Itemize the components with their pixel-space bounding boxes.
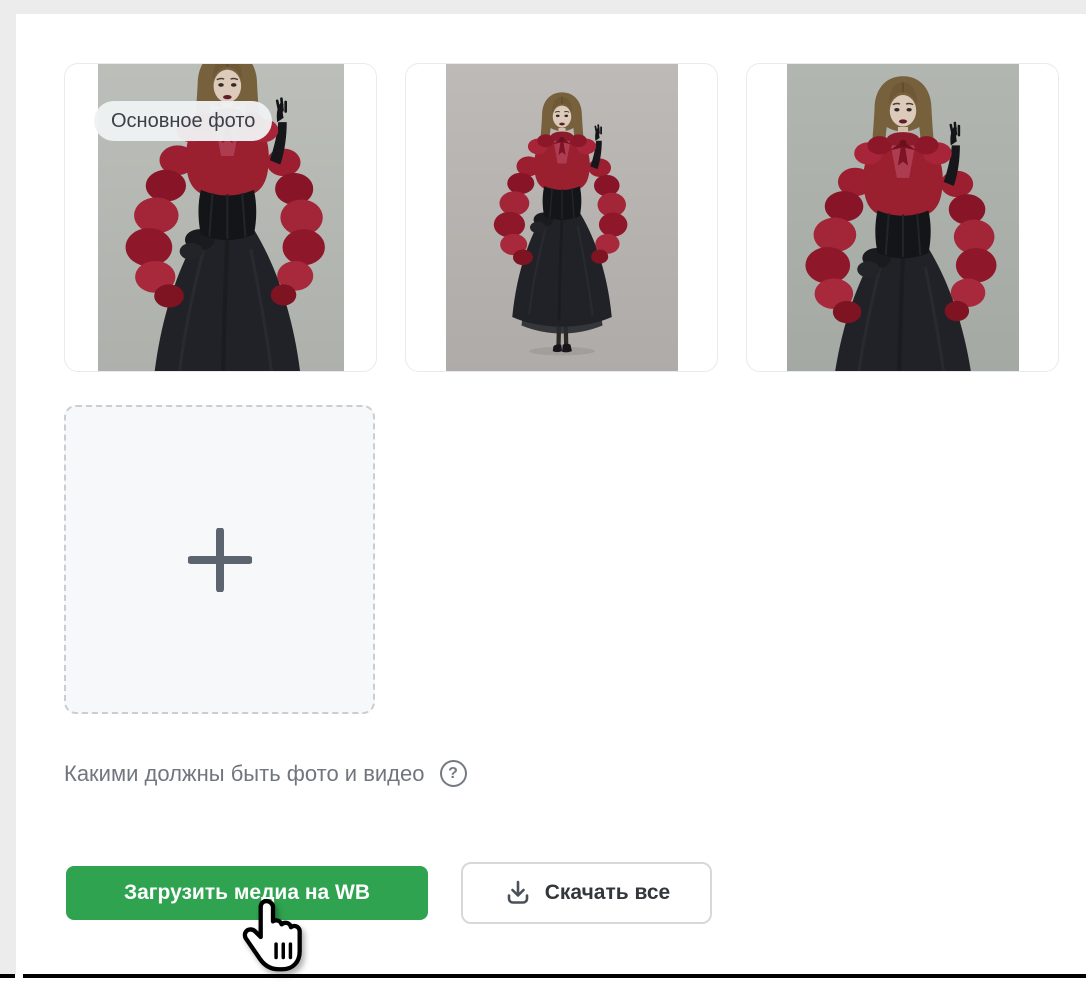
bottom-rule-main xyxy=(23,974,1086,978)
add-media-tile[interactable] xyxy=(64,405,375,714)
media-requirements-help: Какими должны быть фото и видео ? xyxy=(64,760,467,787)
product-photo-2 xyxy=(446,64,678,371)
main-photo-badge: Основное фото xyxy=(94,101,272,141)
photo-card-3[interactable] xyxy=(746,63,1059,372)
page-background-left xyxy=(0,0,16,974)
product-photo-3 xyxy=(787,64,1019,371)
plus-icon xyxy=(188,528,252,592)
upload-media-button[interactable]: Загрузить медиа на WB xyxy=(66,866,428,920)
photo-card-main[interactable]: Основное фото xyxy=(64,63,377,372)
page-background-top xyxy=(0,0,1086,14)
question-circle-icon[interactable]: ? xyxy=(440,760,467,787)
media-upload-page: Основное фото Какими должны быть фото и … xyxy=(0,0,1086,982)
download-icon xyxy=(503,878,533,908)
download-all-label: Скачать все xyxy=(545,881,670,905)
download-all-button[interactable]: Скачать все xyxy=(461,862,712,924)
photo-card-2[interactable] xyxy=(405,63,718,372)
help-text[interactable]: Какими должны быть фото и видео xyxy=(64,761,425,787)
bottom-rule-left xyxy=(0,974,15,978)
